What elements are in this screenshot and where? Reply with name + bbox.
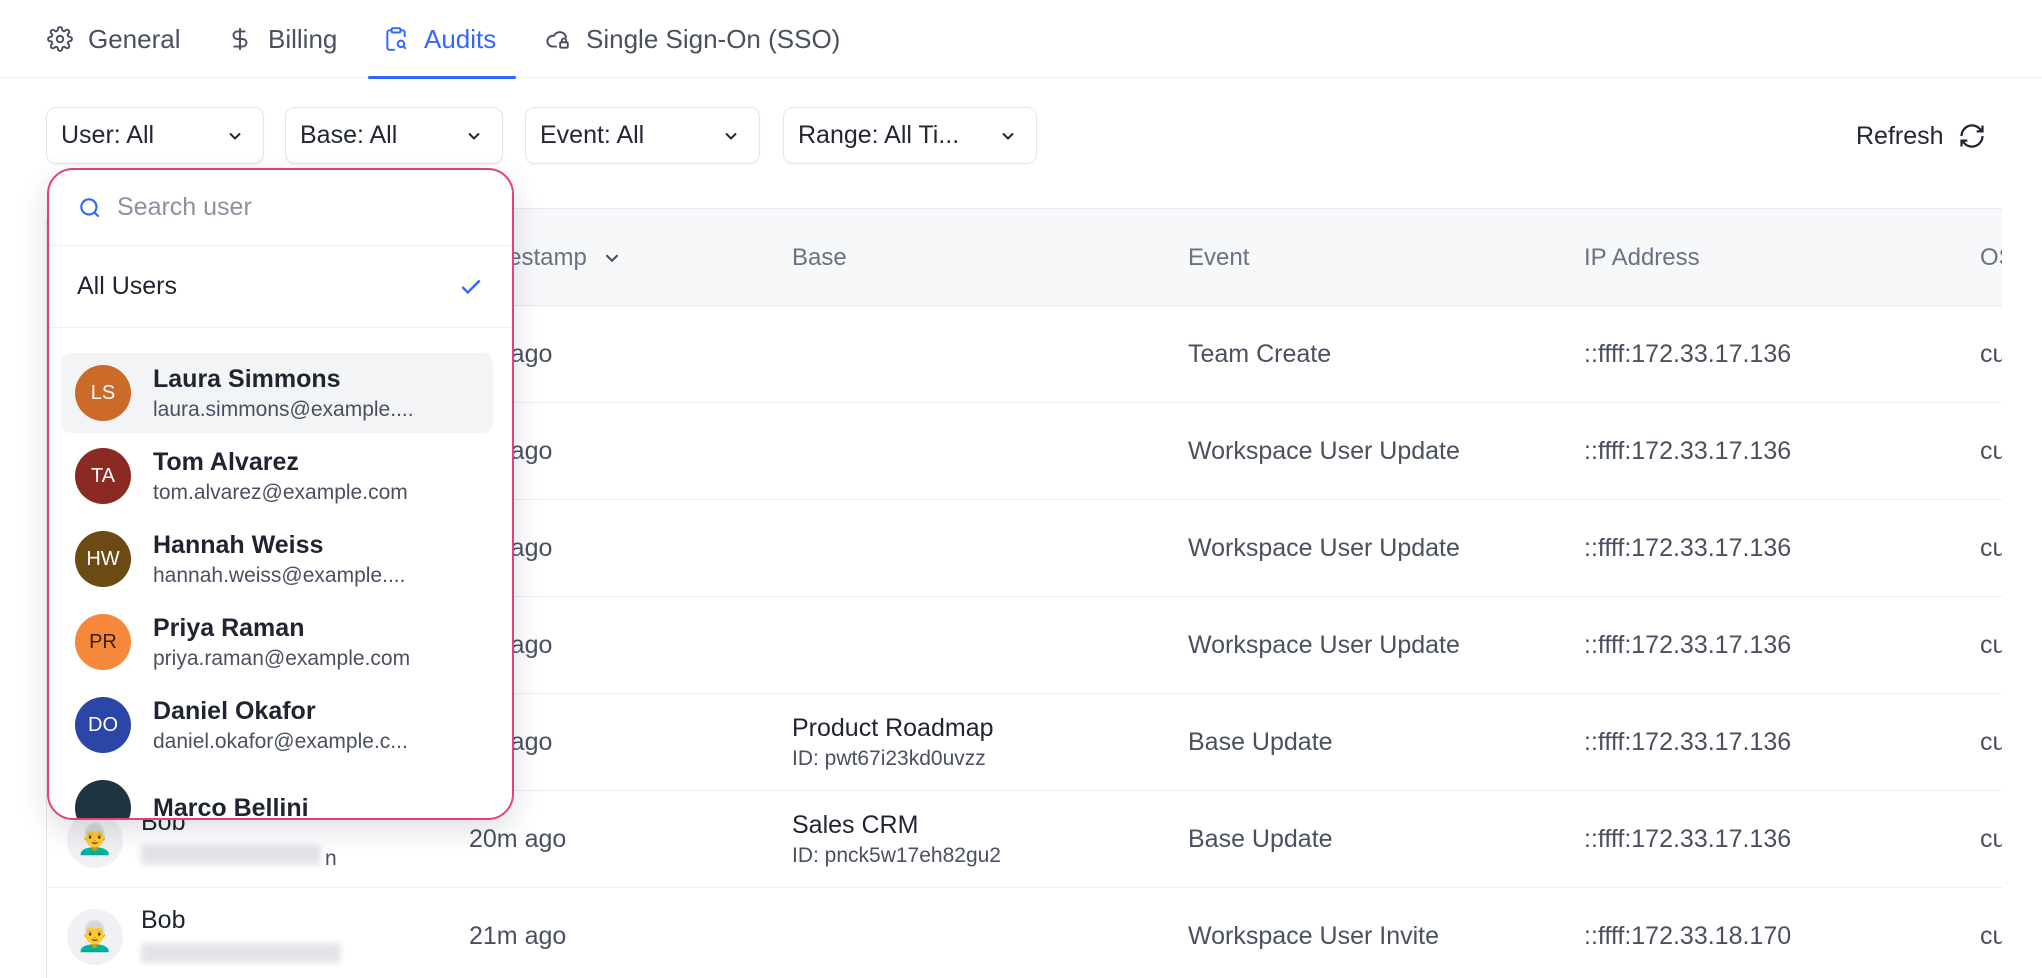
tab-label: Billing bbox=[268, 23, 338, 54]
cloud-lock-icon bbox=[544, 25, 572, 53]
user-filter-label: User: All bbox=[61, 121, 155, 149]
base-name: Product Roadmap bbox=[792, 714, 994, 742]
search-user-input[interactable] bbox=[117, 193, 477, 222]
settings-tabs: General Billing Audits Single Sign-On (S… bbox=[0, 0, 2042, 79]
redacted-email bbox=[141, 942, 341, 963]
event-cell: Workspace User Update bbox=[1188, 534, 1460, 562]
user-cell: 👨‍🦳 Bob bbox=[67, 888, 341, 978]
base-cell: Product Roadmap ID: pwt67i23kd0uvzz bbox=[792, 694, 994, 791]
user-search bbox=[49, 170, 512, 246]
os-cell: cu bbox=[1980, 728, 2002, 756]
base-header: Base bbox=[792, 243, 847, 271]
tab-label: Single Sign-On (SSO) bbox=[586, 23, 841, 54]
base-id: ID: pnck5w17eh82gu2 bbox=[792, 844, 1001, 867]
os-cell: cu bbox=[1980, 825, 2002, 853]
ip-cell: ::ffff:172.33.18.170 bbox=[1584, 922, 1792, 950]
user-dropdown: All Users LS Laura Simmons laura.simmons@… bbox=[47, 168, 514, 820]
avatar bbox=[75, 780, 131, 818]
range-filter[interactable]: Range: All Ti... bbox=[783, 107, 1037, 164]
event-cell: Workspace User Invite bbox=[1188, 922, 1440, 950]
chevron-down-icon bbox=[725, 132, 737, 140]
check-icon bbox=[461, 279, 481, 294]
avatar: PR bbox=[75, 614, 131, 670]
event-cell: Base Update bbox=[1188, 825, 1333, 853]
base-name: Sales CRM bbox=[792, 811, 919, 839]
event-header: Event bbox=[1188, 243, 1250, 271]
refresh-button[interactable]: Refresh bbox=[1856, 112, 1986, 160]
table-row[interactable]: 👨‍🦳 Bob 21m ago Workspace User Invite ::… bbox=[47, 888, 2002, 978]
email-suffix: n bbox=[325, 847, 337, 870]
tab-sso[interactable]: Single Sign-On (SSO) bbox=[530, 0, 854, 78]
os-header: OS bbox=[1980, 243, 2002, 271]
user-email: laura.simmons@example.... bbox=[153, 397, 414, 421]
ip-cell: ::ffff:172.33.17.136 bbox=[1584, 437, 1792, 465]
tab-billing[interactable]: Billing bbox=[212, 0, 351, 78]
avatar: HW bbox=[75, 531, 131, 587]
user-option[interactable]: Marco Bellini bbox=[61, 768, 493, 820]
tab-general[interactable]: General bbox=[32, 0, 195, 78]
user-option[interactable]: LS Laura Simmons laura.simmons@example...… bbox=[61, 353, 493, 433]
event-cell: Team Create bbox=[1188, 340, 1332, 368]
event-cell: Workspace User Update bbox=[1188, 437, 1460, 465]
refresh-label: Refresh bbox=[1856, 121, 1944, 150]
refresh-icon bbox=[1959, 124, 1984, 148]
ip-cell: ::ffff:172.33.17.136 bbox=[1584, 340, 1792, 368]
base-filter-label: Base: All bbox=[300, 121, 398, 149]
tab-label: General bbox=[88, 23, 181, 54]
chevron-down-icon bbox=[1002, 132, 1014, 140]
avatar: LS bbox=[75, 365, 131, 421]
user-email: hannah.weiss@example.... bbox=[153, 563, 406, 587]
dollar-icon bbox=[226, 25, 254, 53]
user-name: Tom Alvarez bbox=[153, 447, 299, 476]
range-filter-label: Range: All Ti... bbox=[798, 121, 960, 149]
user-email: priya.raman@example.com bbox=[153, 646, 411, 670]
base-filter[interactable]: Base: All bbox=[285, 107, 503, 164]
os-cell: cu bbox=[1980, 437, 2002, 465]
avatar: TA bbox=[75, 448, 131, 504]
user-email: tom.alvarez@example.com bbox=[153, 480, 408, 504]
timestamp-cell: 21m ago bbox=[469, 922, 567, 950]
base-cell: Sales CRM ID: pnck5w17eh82gu2 bbox=[792, 791, 1001, 888]
ip-cell: ::ffff:172.33.17.136 bbox=[1584, 534, 1792, 562]
user-option[interactable]: TA Tom Alvarez tom.alvarez@example.com bbox=[61, 436, 493, 516]
user-option[interactable]: HW Hannah Weiss hannah.weiss@example.... bbox=[61, 519, 493, 599]
all-users-option[interactable]: All Users bbox=[49, 246, 512, 328]
tab-audits[interactable]: Audits bbox=[368, 0, 516, 79]
event-filter[interactable]: Event: All bbox=[525, 107, 760, 164]
avatar: 👨‍🦳 bbox=[67, 908, 123, 965]
os-cell: cu bbox=[1980, 922, 2002, 950]
ip-cell: ::ffff:172.33.17.136 bbox=[1584, 728, 1792, 756]
os-cell: cu bbox=[1980, 534, 2002, 562]
ip-cell: ::ffff:172.33.17.136 bbox=[1584, 825, 1792, 853]
user-email: daniel.okafor@example.c... bbox=[153, 729, 408, 753]
user-filter[interactable]: User: All bbox=[46, 107, 264, 164]
user-name: Bob bbox=[141, 905, 186, 934]
base-id: ID: pwt67i23kd0uvzz bbox=[792, 747, 986, 770]
user-name: Laura Simmons bbox=[153, 364, 341, 393]
os-cell: cu bbox=[1980, 340, 2002, 368]
event-filter-label: Event: All bbox=[540, 121, 645, 149]
event-cell: Base Update bbox=[1188, 728, 1333, 756]
avatar: DO bbox=[75, 697, 131, 753]
user-name: Hannah Weiss bbox=[153, 530, 324, 559]
chevron-down-icon bbox=[468, 132, 480, 140]
user-option[interactable]: PR Priya Raman priya.raman@example.com bbox=[61, 602, 493, 682]
gear-icon bbox=[46, 25, 74, 53]
ip-header: IP Address bbox=[1584, 243, 1700, 271]
user-name: Marco Bellini bbox=[153, 793, 309, 820]
user-name: Priya Raman bbox=[153, 613, 305, 642]
redacted-email bbox=[141, 845, 321, 865]
clipboard-search-icon bbox=[382, 25, 410, 53]
os-cell: cu bbox=[1980, 631, 2002, 659]
event-cell: Workspace User Update bbox=[1188, 631, 1460, 659]
chevron-down-icon bbox=[229, 132, 241, 140]
search-icon bbox=[80, 197, 100, 217]
user-name: Daniel Okafor bbox=[153, 696, 316, 725]
user-option[interactable]: DO Daniel Okafor daniel.okafor@example.c.… bbox=[61, 685, 493, 765]
all-users-label: All Users bbox=[77, 272, 178, 300]
tab-label: Audits bbox=[424, 23, 497, 54]
ip-cell: ::ffff:172.33.17.136 bbox=[1584, 631, 1792, 659]
chevron-down-icon bbox=[605, 253, 619, 262]
